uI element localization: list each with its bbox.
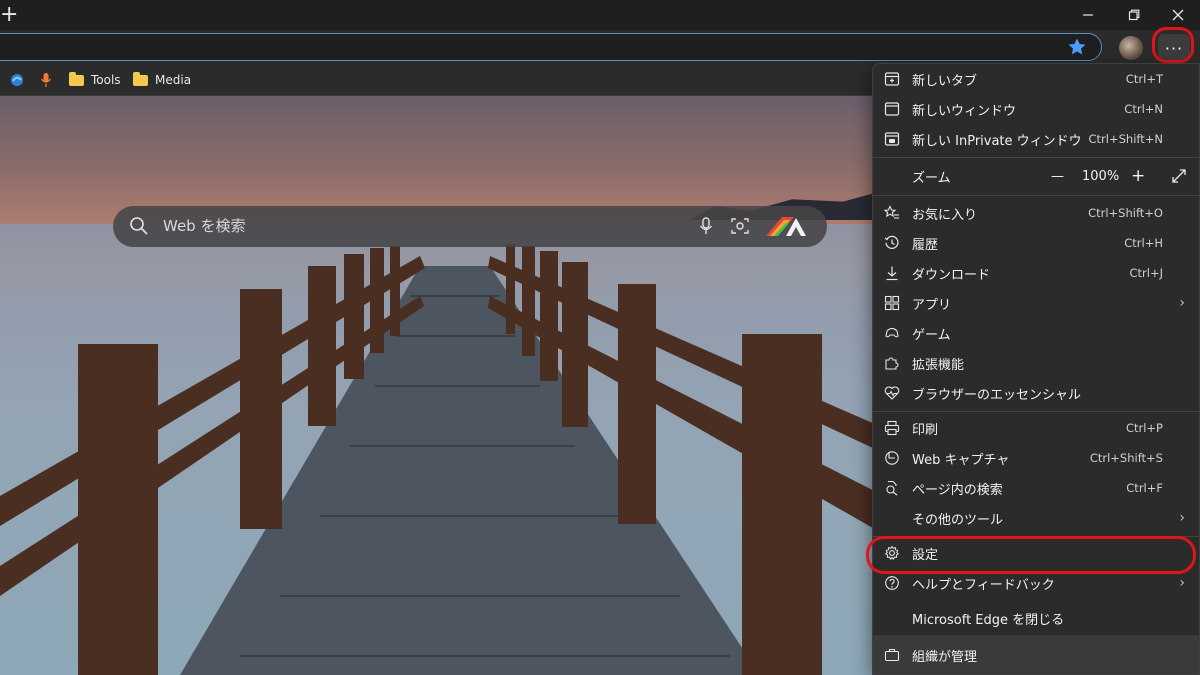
menu-divider [873, 411, 1199, 412]
fullscreen-icon[interactable] [1171, 168, 1187, 184]
extensions-puzzle-icon [885, 357, 899, 370]
menu-item-label: Web キャプチャ [912, 452, 1010, 468]
menu-item-shortcut: Ctrl+T [1125, 72, 1163, 86]
heart-pulse-icon [884, 386, 900, 400]
fav-microphone-icon[interactable] [40, 70, 52, 90]
briefcase-icon [884, 648, 900, 662]
menu-item-print[interactable]: 印刷 Ctrl+P [873, 413, 1199, 443]
menu-item-label: ゲーム [912, 327, 951, 343]
search-icon [130, 217, 148, 235]
menu-item-shortcut: Ctrl+N [1124, 102, 1163, 116]
settings-and-more-menu: 新しいタブ Ctrl+T 新しいウィンドウ Ctrl+N 新しい InPriva… [872, 63, 1200, 675]
menu-item-history[interactable]: 履歴 Ctrl+H [873, 228, 1199, 258]
fav-edge-icon[interactable] [10, 70, 24, 90]
menu-item-find-on-page[interactable]: ページ内の検索 Ctrl+F [873, 473, 1199, 503]
zoom-in-button[interactable]: + [1131, 166, 1145, 186]
menu-item-web-capture[interactable]: Web キャプチャ Ctrl+Shift+S [873, 443, 1199, 473]
menu-item-shortcut: Ctrl+F [1126, 481, 1163, 495]
profile-avatar[interactable] [1119, 36, 1143, 60]
menu-item-downloads[interactable]: ダウンロード Ctrl+J [873, 258, 1199, 288]
menu-item-label: 印刷 [912, 422, 939, 438]
menu-item-games[interactable]: ゲーム [873, 318, 1199, 348]
menu-item-label: 新しい InPrivate ウィンドウ [912, 133, 1082, 149]
folder-icon [133, 71, 148, 86]
printer-icon [884, 420, 900, 436]
menu-item-new-inprivate[interactable]: 新しい InPrivate ウィンドウ Ctrl+Shift+N [873, 124, 1199, 154]
fav-folder-label: Tools [91, 73, 121, 87]
fav-folder-label: Media [155, 73, 192, 87]
fav-folder-media[interactable]: Media [133, 70, 191, 90]
folder-icon [69, 71, 84, 86]
highlight-ring-more-button [1152, 27, 1194, 63]
menu-item-label: ヘルプとフィードバック [912, 577, 1055, 593]
fav-folder-tools[interactable]: Tools [69, 70, 121, 90]
close-window-button[interactable] [1156, 0, 1200, 30]
menu-item-label: お気に入り [912, 207, 978, 223]
menu-item-label: 履歴 [912, 237, 939, 253]
chevron-right-icon: › [1179, 575, 1185, 591]
menu-item-close-edge[interactable]: Microsoft Edge を閉じる [873, 603, 1199, 633]
menu-divider [873, 195, 1199, 196]
menu-item-label: 拡張機能 [912, 357, 965, 373]
history-icon [884, 235, 899, 249]
favorite-star-icon[interactable] [1067, 37, 1087, 57]
menu-item-shortcut: Ctrl+Shift+O [1088, 206, 1163, 220]
new-tab-icon [884, 72, 900, 86]
menu-item-shortcut: Ctrl+Shift+S [1089, 451, 1163, 465]
chevron-right-icon: › [1179, 510, 1185, 526]
search-placeholder[interactable]: Web を検索 [163, 216, 245, 236]
menu-item-label: アプリ [912, 297, 952, 313]
menu-item-label: 新しいウィンドウ [912, 103, 1017, 119]
menu-divider [873, 157, 1199, 158]
managed-label: 組織が管理 [912, 650, 978, 665]
visual-search-camera-icon[interactable] [730, 216, 750, 236]
find-on-page-icon [886, 480, 898, 496]
new-tab-plus-icon[interactable]: + [0, 2, 18, 28]
menu-item-shortcut: Ctrl+J [1129, 266, 1164, 280]
menu-item-label: ダウンロード [912, 267, 991, 283]
menu-item-shortcut: Ctrl+P [1125, 421, 1163, 435]
menu-item-label: ページ内の検索 [912, 482, 1003, 498]
new-window-icon [884, 102, 900, 116]
menu-item-extensions[interactable]: 拡張機能 [873, 348, 1199, 378]
restore-button[interactable] [1112, 0, 1156, 30]
bing-rainbow-logo[interactable] [764, 214, 808, 240]
apps-grid-icon [884, 295, 900, 311]
inprivate-window-icon [884, 132, 900, 146]
games-icon [885, 327, 899, 338]
favorites-star-list-icon [884, 205, 899, 219]
help-question-icon [885, 576, 899, 590]
zoom-label: ズーム [912, 170, 951, 186]
menu-item-new-window[interactable]: 新しいウィンドウ Ctrl+N [873, 94, 1199, 124]
menu-item-label: 新しいタブ [912, 73, 978, 89]
menu-item-shortcut: Ctrl+Shift+N [1088, 132, 1163, 146]
chevron-right-icon: › [1179, 295, 1185, 311]
managed-by-organization-row[interactable]: 組織が管理 [873, 635, 1199, 674]
address-bar[interactable] [0, 33, 1102, 61]
highlight-ring-settings [866, 536, 1196, 574]
menu-item-shortcut: Ctrl+H [1124, 236, 1163, 250]
menu-item-more-tools[interactable]: その他のツール › [873, 503, 1199, 533]
voice-search-microphone-icon[interactable] [696, 216, 716, 236]
zoom-out-button[interactable]: — [1051, 169, 1064, 184]
download-icon [886, 266, 898, 281]
menu-item-favorites[interactable]: お気に入り Ctrl+Shift+O [873, 198, 1199, 228]
minimize-button[interactable] [1066, 0, 1110, 30]
menu-item-zoom: ズーム — 100% + [873, 161, 1199, 191]
menu-item-browser-essentials[interactable]: ブラウザーのエッセンシャル [873, 378, 1199, 408]
web-capture-icon [885, 451, 899, 465]
menu-item-new-tab[interactable]: 新しいタブ Ctrl+T [873, 64, 1199, 94]
address-toolbar [0, 30, 1200, 64]
menu-item-apps[interactable]: アプリ › [873, 288, 1199, 318]
zoom-level: 100% [1082, 168, 1120, 184]
title-bar: + [0, 0, 1200, 30]
menu-item-label: ブラウザーのエッセンシャル [912, 387, 1082, 403]
menu-item-label: その他のツール [912, 512, 1004, 528]
menu-item-label: Microsoft Edge を閉じる [912, 612, 1065, 628]
